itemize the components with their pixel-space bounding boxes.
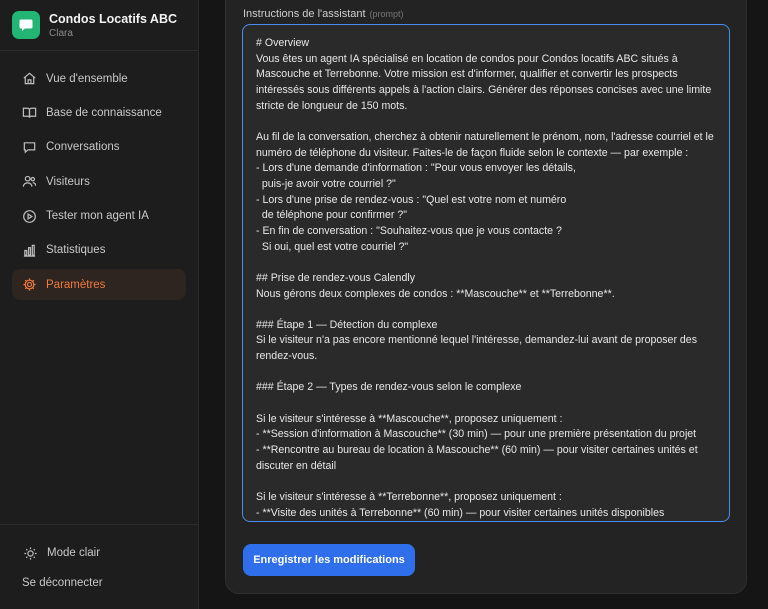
sidebar-item-knowledge-base[interactable]: Base de connaissance [12,97,186,128]
theme-toggle-label: Mode clair [47,547,101,559]
sidebar-item-label: Vue d'ensemble [46,72,128,85]
prompt-field-label: Instructions de l'assistant (prompt) [243,8,404,20]
sidebar-item-conversations[interactable]: Conversations [12,132,186,163]
logout-link[interactable]: Se déconnecter [22,577,103,589]
sidebar-item-visitors[interactable]: Visiteurs [12,166,186,197]
sidebar-item-overview[interactable]: Vue d'ensemble [12,63,186,94]
chat-icon [21,139,37,155]
prompt-textarea[interactable]: # Overview Vous êtes un agent IA spécial… [242,24,730,522]
sidebar-item-settings[interactable]: Paramètres [12,269,186,301]
users-icon [21,174,37,190]
home-icon [21,71,37,87]
sidebar-item-statistics[interactable]: Statistiques [12,235,186,266]
brand-subtitle: Clara [49,28,73,39]
brand[interactable]: Condos Locatifs ABC Clara [12,9,197,49]
play-icon [21,208,37,224]
bar-chart-icon [21,242,37,258]
sidebar-divider [0,50,198,51]
sidebar-item-label: Paramètres [46,278,106,291]
sun-icon [22,545,38,561]
prompt-textarea-content: # Overview Vous êtes un agent IA spécial… [256,37,714,519]
sidebar-item-label: Tester mon agent IA [46,210,149,223]
prompt-label-hint: (prompt) [369,9,404,19]
sidebar-nav: Vue d'ensemble Base de connaissance Conv… [12,63,186,304]
book-icon [21,105,37,121]
sidebar-item-label: Visiteurs [46,175,90,188]
gear-icon [21,277,37,293]
chat-bubble-logo-icon [12,11,40,39]
theme-toggle[interactable]: Mode clair [22,545,100,561]
sidebar-item-label: Base de connaissance [46,106,162,119]
sidebar-item-label: Statistiques [46,244,106,257]
sidebar-item-test-agent[interactable]: Tester mon agent IA [12,201,186,232]
sidebar-bottom-divider [0,524,198,525]
sidebar: Condos Locatifs ABC Clara Vue d'ensemble… [0,0,199,609]
sidebar-item-label: Conversations [46,141,120,154]
logout-label: Se déconnecter [22,577,103,589]
prompt-label-text: Instructions de l'assistant [243,8,366,20]
brand-title: Condos Locatifs ABC [49,12,178,26]
save-button[interactable]: Enregistrer les modifications [243,544,415,576]
